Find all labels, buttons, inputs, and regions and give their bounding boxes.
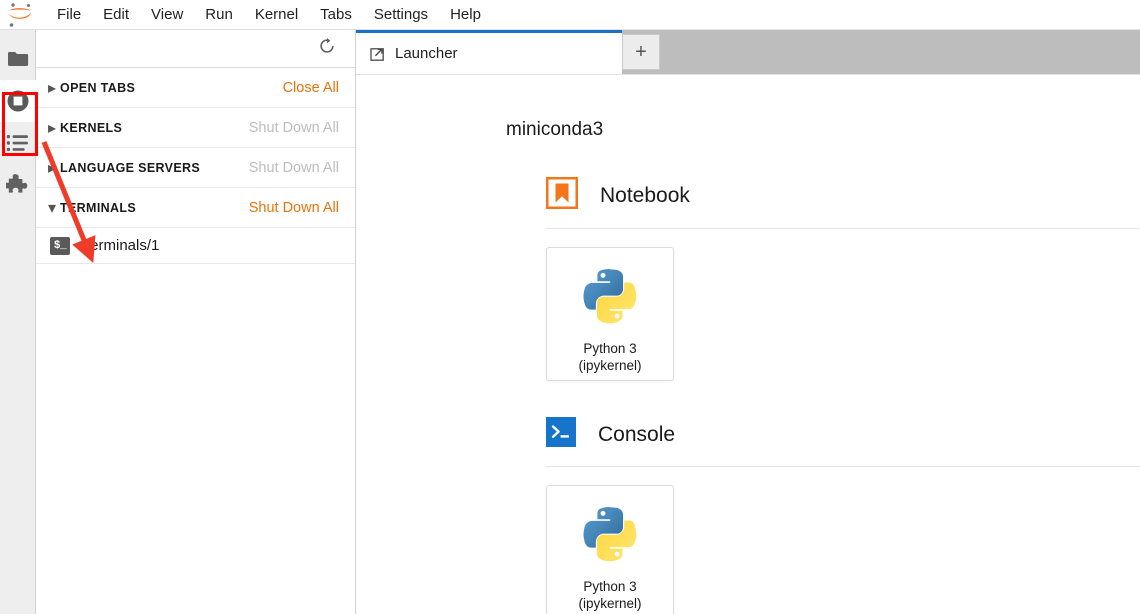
puzzle-icon	[5, 173, 30, 197]
card-label-line1: Python 3	[583, 341, 637, 356]
refresh-icon	[318, 37, 336, 60]
section-open-tabs[interactable]: ▸ OPEN TABS Close All	[36, 68, 355, 108]
section-title-terminals: TERMINALS	[60, 200, 137, 215]
launcher-card-python3-console[interactable]: Python 3 (ipykernel)	[546, 485, 674, 614]
chevron-down-icon[interactable]: ▾	[44, 198, 60, 218]
jupyter-logo-icon	[4, 1, 38, 29]
launcher-category-notebook: Notebook	[545, 176, 1140, 214]
shut-down-all-terminals-button[interactable]: Shut Down All	[249, 200, 339, 216]
shut-down-all-kernels-button: Shut Down All	[248, 119, 339, 136]
card-label-line2: (ipykernel)	[578, 595, 642, 611]
sidebar-item-table-of-contents[interactable]	[0, 122, 36, 164]
tab-launcher[interactable]: Launcher	[356, 30, 622, 74]
card-label-line1: Python 3	[583, 579, 637, 594]
menu-bar: File Edit View Run Kernel Tabs Settings …	[0, 0, 1140, 30]
terminal-icon: $_	[50, 236, 70, 255]
launcher-category-label: Notebook	[600, 183, 690, 207]
section-title-open-tabs: OPEN TABS	[60, 80, 136, 95]
tab-label: Launcher	[395, 45, 458, 62]
tab-bar-empty-space	[660, 30, 1140, 74]
section-title-kernels: KERNELS	[60, 120, 123, 135]
menu-item-tabs[interactable]: Tabs	[309, 4, 363, 25]
notebook-bookmark-icon	[545, 176, 579, 214]
launcher-category-console: Console	[546, 417, 1140, 452]
chevron-right-icon[interactable]: ▸	[44, 118, 60, 138]
main-dock-area: Launcher + miniconda3 Notebook Python 3 …	[356, 30, 1140, 614]
menu-item-view[interactable]: View	[140, 4, 194, 25]
card-label-line2: (ipykernel)	[578, 357, 642, 373]
launcher-panel: miniconda3 Notebook Python 3 (ipykernel)…	[356, 74, 1140, 614]
python-logo-icon	[579, 502, 641, 569]
list-icon	[6, 134, 30, 152]
list-item[interactable]: $_ terminals/1	[36, 228, 355, 264]
section-language-servers[interactable]: ▸ LANGUAGE SERVERS Shut Down All	[36, 148, 355, 188]
launcher-card-row-notebook: Python 3 (ipykernel)	[546, 247, 1140, 381]
new-launcher-button[interactable]: +	[622, 34, 660, 70]
running-sections: ▸ OPEN TABS Close All ▸ KERNELS Shut Dow…	[36, 68, 355, 614]
launcher-card-row-console: Python 3 (ipykernel)	[546, 485, 1140, 614]
menu-item-kernel[interactable]: Kernel	[244, 4, 309, 25]
menu-item-file[interactable]: File	[46, 4, 92, 25]
folder-icon	[7, 49, 29, 69]
sidebar-item-file-browser[interactable]	[0, 38, 36, 80]
terminal-session-label: terminals/1	[86, 237, 160, 254]
launcher-external-link-icon	[370, 46, 386, 62]
launcher-environment-title: miniconda3	[506, 119, 604, 140]
section-title-language-servers: LANGUAGE SERVERS	[60, 160, 201, 175]
sidebar-toolbar	[36, 30, 355, 68]
menu-item-run[interactable]: Run	[194, 4, 244, 25]
launcher-card-label: Python 3 (ipykernel)	[578, 579, 641, 613]
left-activity-bar	[0, 30, 36, 614]
section-kernels[interactable]: ▸ KERNELS Shut Down All	[36, 108, 355, 148]
launcher-card-label: Python 3 (ipykernel)	[578, 341, 641, 375]
launcher-category-label: Console	[598, 422, 676, 446]
shut-down-all-language-servers-button: Shut Down All	[248, 159, 339, 176]
close-all-tabs-button[interactable]: Close All	[283, 80, 339, 96]
section-terminals[interactable]: ▾ TERMINALS Shut Down All	[36, 188, 355, 228]
jupyterlab-window: File Edit View Run Kernel Tabs Settings …	[0, 0, 1140, 614]
menu-item-edit[interactable]: Edit	[92, 4, 140, 25]
running-circle-icon	[6, 89, 30, 113]
refresh-button[interactable]	[315, 37, 339, 61]
launcher-category-divider	[546, 466, 1140, 467]
menu-item-settings[interactable]: Settings	[363, 4, 439, 25]
tab-bar: Launcher +	[356, 30, 1140, 74]
launcher-card-python3-notebook[interactable]: Python 3 (ipykernel)	[546, 247, 674, 381]
sidebar-item-running-terminals-kernels[interactable]	[0, 80, 36, 122]
launcher-category-divider	[546, 228, 1140, 229]
running-sessions-panel: ▸ OPEN TABS Close All ▸ KERNELS Shut Dow…	[36, 30, 356, 614]
console-prompt-icon	[546, 417, 576, 452]
python-logo-icon	[579, 264, 641, 331]
menu-item-help[interactable]: Help	[439, 4, 492, 25]
workspace: ▸ OPEN TABS Close All ▸ KERNELS Shut Dow…	[0, 30, 1140, 614]
chevron-right-icon[interactable]: ▸	[44, 158, 60, 178]
sidebar-item-extension-manager[interactable]	[0, 164, 36, 206]
chevron-right-icon[interactable]: ▸	[44, 78, 60, 98]
